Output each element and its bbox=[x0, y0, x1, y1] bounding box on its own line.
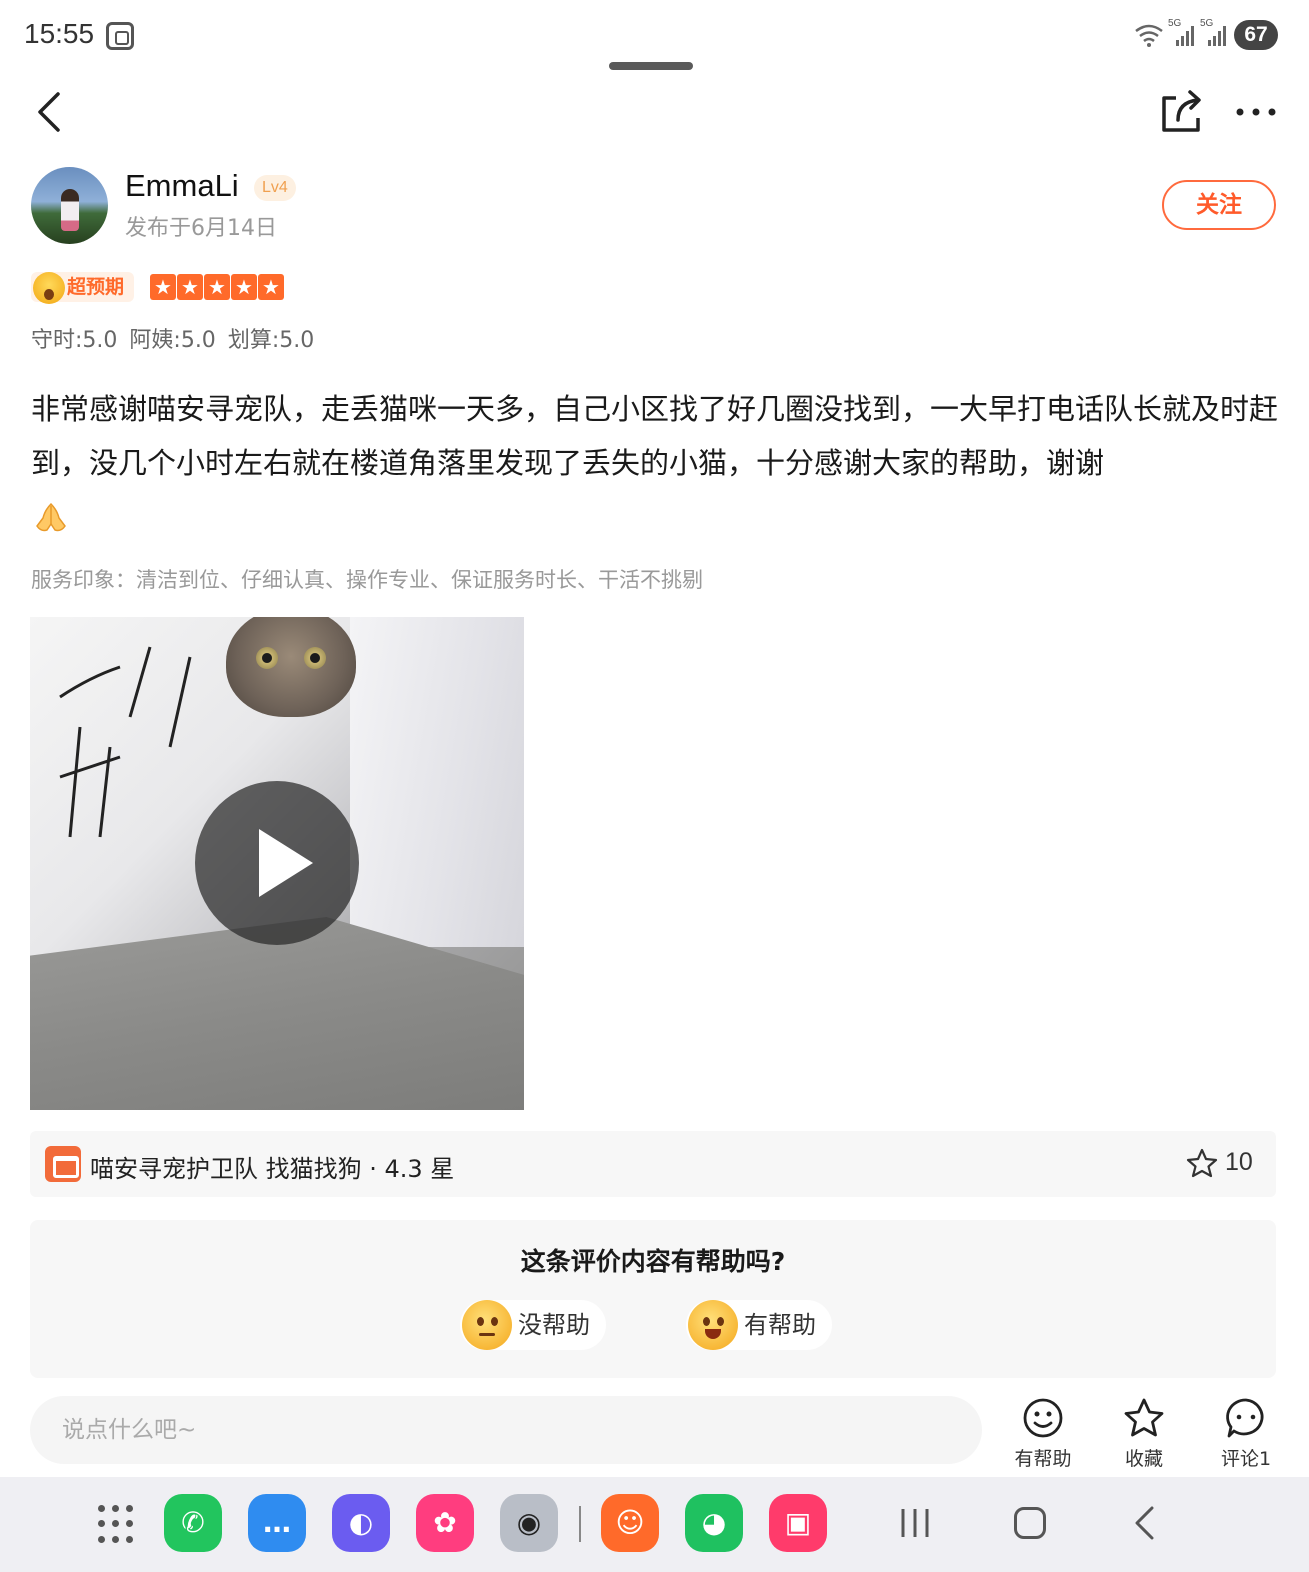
home-icon[interactable] bbox=[1014, 1507, 1046, 1539]
dianping-app-icon[interactable]: ☺ bbox=[601, 1494, 659, 1552]
star-icon: ★ bbox=[204, 274, 230, 300]
star-icon: ★ bbox=[231, 274, 257, 300]
dock-divider bbox=[579, 1506, 581, 1542]
star-icon: ★ bbox=[258, 274, 284, 300]
rating-badge: 超预期 bbox=[31, 272, 135, 304]
author-name[interactable]: EmmaLi bbox=[125, 168, 239, 204]
favorite-action-label: 收藏 bbox=[1124, 1448, 1163, 1470]
drag-handle[interactable] bbox=[609, 62, 693, 70]
folded-hands-icon bbox=[36, 502, 66, 532]
recents-icon[interactable] bbox=[898, 1507, 932, 1539]
surprised-face-icon bbox=[33, 272, 65, 304]
signal-icon: 5G bbox=[1200, 18, 1228, 48]
nav-back-icon[interactable] bbox=[1130, 1505, 1162, 1541]
share-icon[interactable] bbox=[1158, 88, 1204, 136]
status-time: 15:55 bbox=[24, 18, 95, 49]
browser-glyph: ◐ bbox=[348, 1506, 374, 1539]
app-drawer-icon[interactable] bbox=[98, 1505, 138, 1545]
review-text: 非常感谢喵安寻宠队，走丢猫咪一天多，自己小区找了好几圈没找到，一大早打电话队长就… bbox=[31, 392, 1279, 480]
not-helpful-label: 没帮助 bbox=[518, 1311, 590, 1339]
phone-glyph: ✆ bbox=[181, 1506, 205, 1539]
camera-app-icon[interactable]: ◉ bbox=[500, 1494, 558, 1552]
comment-input[interactable] bbox=[30, 1396, 982, 1464]
chevron-left-icon[interactable] bbox=[30, 88, 74, 136]
sub-scores: 守时:5.0 阿姨:5.0 划算:5.0 bbox=[31, 322, 314, 354]
helpful-label: 有帮助 bbox=[744, 1311, 816, 1339]
follow-button[interactable]: 关注 bbox=[1162, 180, 1276, 230]
star-icon: ★ bbox=[150, 274, 176, 300]
helpful-face-icon bbox=[1023, 1398, 1063, 1438]
play-icon bbox=[259, 829, 313, 897]
star-icon: ★ bbox=[177, 274, 203, 300]
browser-app-icon[interactable]: ◐ bbox=[332, 1494, 390, 1552]
avatar[interactable] bbox=[31, 167, 108, 244]
level-badge: Lv4 bbox=[254, 175, 296, 201]
score-staff: 阿姨:5.0 bbox=[129, 328, 216, 353]
worried-face-icon bbox=[462, 1300, 512, 1350]
shop-favorite-count: 10 bbox=[1225, 1148, 1253, 1176]
comment-action[interactable]: 评论1 bbox=[1206, 1396, 1286, 1472]
helpful-panel: 这条评价内容有帮助吗? 没帮助 有帮助 bbox=[30, 1220, 1276, 1378]
wechat-glyph: ◕ bbox=[701, 1506, 727, 1539]
battery-indicator: 67 bbox=[1234, 20, 1278, 50]
helpful-action[interactable]: 有帮助 bbox=[1003, 1396, 1083, 1472]
happy-face-icon bbox=[688, 1300, 738, 1350]
rating-badge-label: 超预期 bbox=[67, 276, 125, 298]
comment-bubble-icon bbox=[1226, 1398, 1264, 1438]
messages-app-icon[interactable]: … bbox=[248, 1494, 306, 1552]
service-impression: 服务印象：清洁到位、仔细认真、操作专业、保证服务时长、干活不挑剔 bbox=[31, 568, 703, 592]
wechat-app-icon[interactable]: ◕ bbox=[685, 1494, 743, 1552]
star-outline-icon bbox=[1124, 1398, 1164, 1437]
camera-glyph: ◉ bbox=[516, 1506, 542, 1539]
score-punctual: 守时:5.0 bbox=[31, 328, 118, 353]
favorite-action[interactable]: 收藏 bbox=[1104, 1396, 1184, 1472]
gallery-glyph: ✿ bbox=[433, 1506, 457, 1539]
helpful-question: 这条评价内容有帮助吗? bbox=[520, 1247, 786, 1276]
shop-card[interactable]: 喵安寻宠护卫队 找猫找狗 · 4.3 星 10 bbox=[30, 1131, 1276, 1197]
score-value: 划算:5.0 bbox=[227, 328, 315, 353]
review-video[interactable] bbox=[30, 617, 524, 1110]
dianping-glyph: ☺ bbox=[615, 1506, 645, 1539]
shop-name[interactable]: 喵安寻宠护卫队 找猫找狗 · 4.3 星 bbox=[90, 1149, 454, 1184]
more-horizontal-icon[interactable] bbox=[1232, 100, 1280, 124]
signal-icon: 5G bbox=[1168, 18, 1196, 48]
helpful-button[interactable]: 有帮助 bbox=[686, 1300, 832, 1350]
not-helpful-button[interactable]: 没帮助 bbox=[460, 1300, 606, 1350]
star-rating: ★ ★ ★ ★ ★ bbox=[150, 274, 284, 300]
messages-glyph: … bbox=[263, 1506, 291, 1539]
helpful-action-label: 有帮助 bbox=[1014, 1448, 1072, 1470]
store-app-icon[interactable]: ▣ bbox=[769, 1494, 827, 1552]
post-date: 发布于6月14日 bbox=[125, 216, 277, 241]
star-outline-icon[interactable] bbox=[1186, 1147, 1218, 1179]
wifi-icon bbox=[1135, 24, 1163, 47]
comment-action-label: 评论1 bbox=[1220, 1448, 1272, 1470]
play-button[interactable] bbox=[195, 781, 359, 945]
signal-label: 5G bbox=[1200, 18, 1214, 29]
signal-label: 5G bbox=[1168, 18, 1182, 29]
store-glyph: ▣ bbox=[784, 1506, 812, 1539]
shop-icon bbox=[45, 1146, 81, 1182]
screenshot-icon bbox=[106, 22, 134, 50]
gallery-app-icon[interactable]: ✿ bbox=[416, 1494, 474, 1552]
phone-app-icon[interactable]: ✆ bbox=[164, 1494, 222, 1552]
system-dock: ✆ … ◐ ✿ ◉ ☺ ◕ ▣ bbox=[0, 1477, 1309, 1572]
